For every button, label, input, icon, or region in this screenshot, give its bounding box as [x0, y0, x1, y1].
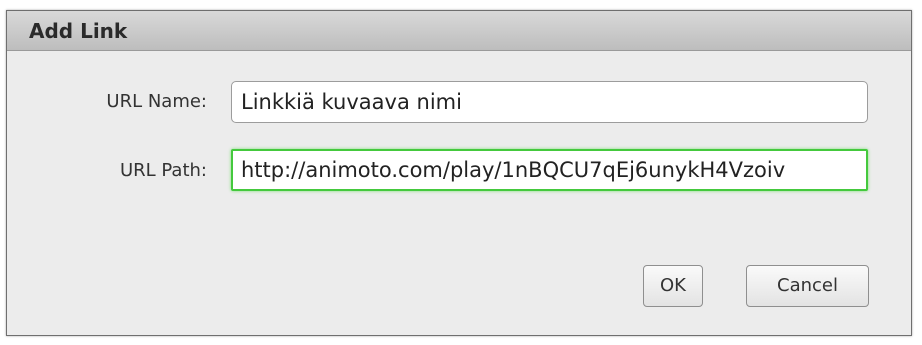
dialog-titlebar[interactable]: Add Link — [7, 11, 911, 51]
url-name-input[interactable]: Linkkiä kuvaava nimi — [231, 81, 868, 123]
url-name-label: URL Name: — [106, 91, 207, 112]
url-path-input[interactable]: http://animoto.com/play/1nBQCU7qEj6unykH… — [231, 149, 868, 191]
ok-button[interactable]: OK — [643, 265, 703, 307]
dialog-title: Add Link — [29, 19, 128, 43]
cancel-button[interactable]: Cancel — [746, 265, 869, 307]
url-path-label: URL Path: — [119, 160, 207, 181]
add-link-dialog: Add Link URL Name: Linkkiä kuvaava nimi … — [6, 10, 912, 336]
